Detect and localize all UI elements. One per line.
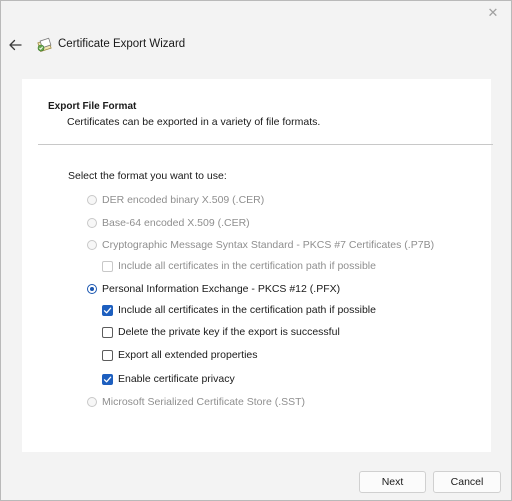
wizard-header: Certificate Export Wizard [1, 31, 511, 61]
back-arrow-icon[interactable] [7, 37, 23, 53]
checkbox-option-include-path[interactable]: Include all certificates in the certific… [102, 304, 376, 316]
checkbox-option-certificate-privacy[interactable]: Enable certificate privacy [102, 373, 235, 385]
radio-button[interactable] [87, 195, 97, 205]
close-icon[interactable]: ✕ [487, 6, 499, 19]
checkbox-label-export-extended: Export all extended properties [118, 349, 258, 361]
checkbox-label-include-path: Include all certificates in the certific… [118, 304, 376, 316]
radio-label-sst: Microsoft Serialized Certificate Store (… [102, 396, 306, 408]
checkbox-checked[interactable] [102, 373, 113, 385]
header-divider [38, 144, 493, 145]
radio-label-p7b: Cryptographic Message Syntax Standard - … [102, 239, 435, 251]
radio-option-base64[interactable]: Base-64 encoded X.509 (.CER) [87, 217, 250, 229]
checkbox[interactable] [102, 326, 113, 338]
checkbox[interactable] [102, 349, 113, 361]
section-title: Export File Format [48, 101, 137, 112]
checkbox-option-export-extended[interactable]: Export all extended properties [102, 349, 258, 361]
radio-option-sst[interactable]: Microsoft Serialized Certificate Store (… [87, 396, 305, 408]
wizard-title: Certificate Export Wizard [58, 38, 186, 50]
radio-button-selected[interactable] [87, 284, 97, 294]
radio-label-pfx: Personal Information Exchange - PKCS #12… [102, 283, 341, 295]
radio-button[interactable] [87, 397, 97, 407]
radio-button[interactable] [87, 218, 97, 228]
checkbox-label-certificate-privacy: Enable certificate privacy [118, 373, 235, 385]
title-bar: ✕ [1, 1, 511, 33]
checkbox[interactable] [102, 260, 113, 272]
wizard-window: ✕ Certificate Export Wizard Export File … [0, 0, 512, 501]
certificate-icon [37, 37, 52, 52]
checkbox-label-p7b-include-path: Include all certificates in the certific… [118, 260, 376, 272]
checkmark-icon [103, 376, 112, 382]
radio-label-base64: Base-64 encoded X.509 (.CER) [102, 217, 250, 229]
checkbox-option-p7b-include-path[interactable]: Include all certificates in the certific… [102, 260, 376, 272]
radio-button[interactable] [87, 240, 97, 250]
radio-option-p7b[interactable]: Cryptographic Message Syntax Standard - … [87, 239, 434, 251]
wizard-footer: Next Cancel [1, 452, 511, 500]
next-button[interactable]: Next [359, 471, 426, 493]
checkbox-option-delete-private-key[interactable]: Delete the private key if the export is … [102, 326, 340, 338]
radio-label-der: DER encoded binary X.509 (.CER) [102, 194, 265, 206]
section-subtitle: Certificates can be exported in a variet… [67, 116, 321, 128]
format-prompt: Select the format you want to use: [68, 170, 227, 182]
radio-option-pfx[interactable]: Personal Information Exchange - PKCS #12… [87, 283, 340, 295]
checkbox-label-delete-private-key: Delete the private key if the export is … [118, 326, 340, 338]
radio-option-der[interactable]: DER encoded binary X.509 (.CER) [87, 194, 264, 206]
checkmark-icon [103, 307, 112, 313]
wizard-content: Export File Format Certificates can be e… [22, 79, 493, 452]
checkbox-checked[interactable] [102, 304, 113, 316]
cancel-button[interactable]: Cancel [433, 471, 501, 493]
